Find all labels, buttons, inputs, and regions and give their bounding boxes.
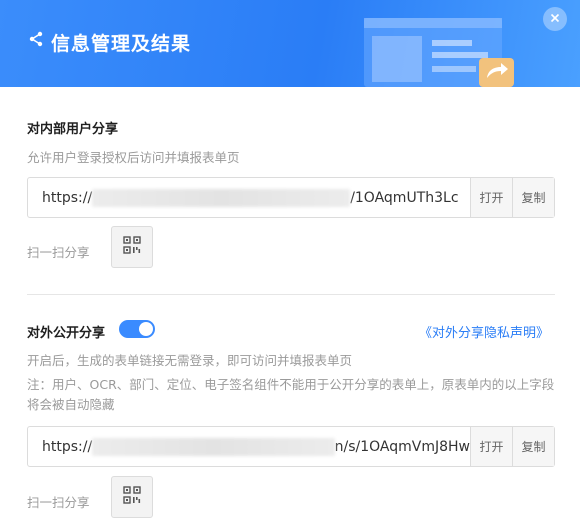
internal-link-url[interactable]: https:// /1OAqmUTh3Lc (28, 178, 470, 217)
internal-open-button[interactable]: 打开 (470, 178, 512, 217)
public-share-title: 对外公开分享 (27, 326, 106, 341)
public-share-note: 注：用户、OCR、部门、定位、电子签名组件不能用于公开分享的表单上，原表单内的以… (27, 377, 555, 412)
privacy-statement-link[interactable]: 《对外分享隐私声明》 (419, 322, 549, 341)
header-illustration (364, 18, 514, 87)
section-divider (27, 294, 555, 295)
public-qr-button[interactable] (111, 476, 153, 518)
share-icon (28, 31, 44, 47)
public-link-box: https:// n/s/1OAqmVmJ8Hw 打开 复制 (27, 426, 555, 467)
internal-qr-button[interactable] (111, 226, 153, 268)
internal-scan-label: 扫一扫分享 (27, 245, 90, 260)
internal-url-prefix: https:// (42, 189, 93, 206)
redacted-url-segment (92, 437, 335, 456)
internal-share-title: 对内部用户分享 (27, 122, 119, 137)
dialog-header: 信息管理及结果 (0, 0, 580, 87)
public-share-toggle[interactable] (119, 320, 155, 338)
close-button[interactable] (543, 7, 567, 31)
redacted-url-segment (92, 188, 351, 207)
close-icon (550, 10, 560, 28)
public-copy-button[interactable]: 复制 (512, 427, 554, 466)
qr-code-icon (123, 485, 141, 509)
public-url-suffix: n/s/1OAqmVmJ8Hw (334, 438, 470, 455)
public-link-url[interactable]: https:// n/s/1OAqmVmJ8Hw (28, 427, 470, 466)
public-open-button[interactable]: 打开 (470, 427, 512, 466)
public-share-description: 开启后，生成的表单链接无需登录，即可访问并填报表单页 (27, 353, 353, 368)
internal-share-description: 允许用户登录授权后访问并填报表单页 (27, 150, 240, 165)
dialog-title: 信息管理及结果 (51, 33, 192, 55)
internal-copy-button[interactable]: 复制 (512, 178, 554, 217)
toggle-knob (139, 322, 153, 336)
qr-code-icon (123, 235, 141, 259)
public-url-prefix: https:// (42, 438, 93, 455)
internal-url-suffix: /1OAqmUTh3Lc (350, 189, 459, 206)
internal-link-box: https:// /1OAqmUTh3Lc 打开 复制 (27, 177, 555, 218)
public-scan-label: 扫一扫分享 (27, 495, 90, 510)
